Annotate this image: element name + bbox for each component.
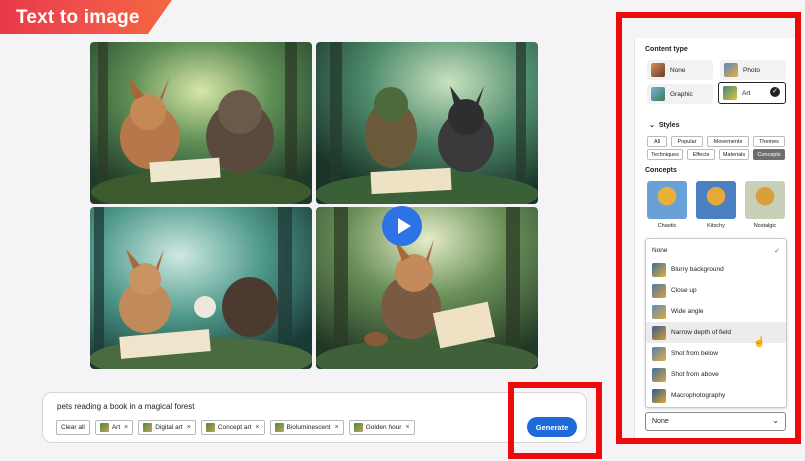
chip-thumbnail	[143, 423, 153, 432]
highlight-frame-panel	[616, 12, 801, 444]
chip-label: Art	[111, 424, 121, 431]
chip-label: Digital art	[155, 424, 183, 431]
style-chip[interactable]: Golden hour ×	[348, 420, 415, 435]
chip-label: Bioluminescent	[286, 424, 331, 431]
play-button[interactable]	[382, 206, 422, 246]
remove-chip-icon[interactable]: ×	[255, 424, 259, 431]
chip-thumbnail	[353, 423, 363, 432]
generated-image-4[interactable]	[316, 207, 538, 369]
remove-chip-icon[interactable]: ×	[124, 424, 128, 431]
style-chip-row: Clear all Art × Digital art × Concept art ×…	[56, 420, 415, 435]
style-chip[interactable]: Bioluminescent ×	[269, 420, 344, 435]
page-title: Text to image	[16, 7, 140, 28]
prompt-input[interactable]: pets reading a book in a magical forest	[57, 402, 194, 411]
chip-thumbnail	[99, 423, 109, 432]
prompt-bar[interactable]: pets reading a book in a magical forest …	[42, 392, 587, 443]
style-chip[interactable]: Concept art ×	[200, 420, 265, 435]
chip-label: Concept art	[217, 424, 252, 431]
style-chip[interactable]: Art ×	[94, 420, 134, 435]
forest-scene-image	[90, 42, 312, 204]
app-root: Text to image pets reading a book in a m…	[0, 0, 805, 461]
style-chip[interactable]: Digital art ×	[138, 420, 196, 435]
forest-scene-image	[316, 207, 538, 369]
forest-scene-image	[90, 207, 312, 369]
generated-image-2[interactable]	[316, 42, 538, 204]
chip-label: Golden hour	[365, 424, 402, 431]
clear-all-label: Clear all	[61, 424, 85, 431]
generated-image-3[interactable]	[90, 207, 312, 369]
clear-all-button[interactable]: Clear all	[56, 420, 90, 435]
forest-scene-image	[316, 42, 538, 204]
remove-chip-icon[interactable]: ×	[187, 424, 191, 431]
remove-chip-icon[interactable]: ×	[405, 424, 409, 431]
highlight-frame-generate	[508, 382, 602, 459]
chip-thumbnail	[205, 423, 215, 432]
generated-image-1[interactable]	[90, 42, 312, 204]
chip-thumbnail	[274, 423, 284, 432]
remove-chip-icon[interactable]: ×	[335, 424, 339, 431]
